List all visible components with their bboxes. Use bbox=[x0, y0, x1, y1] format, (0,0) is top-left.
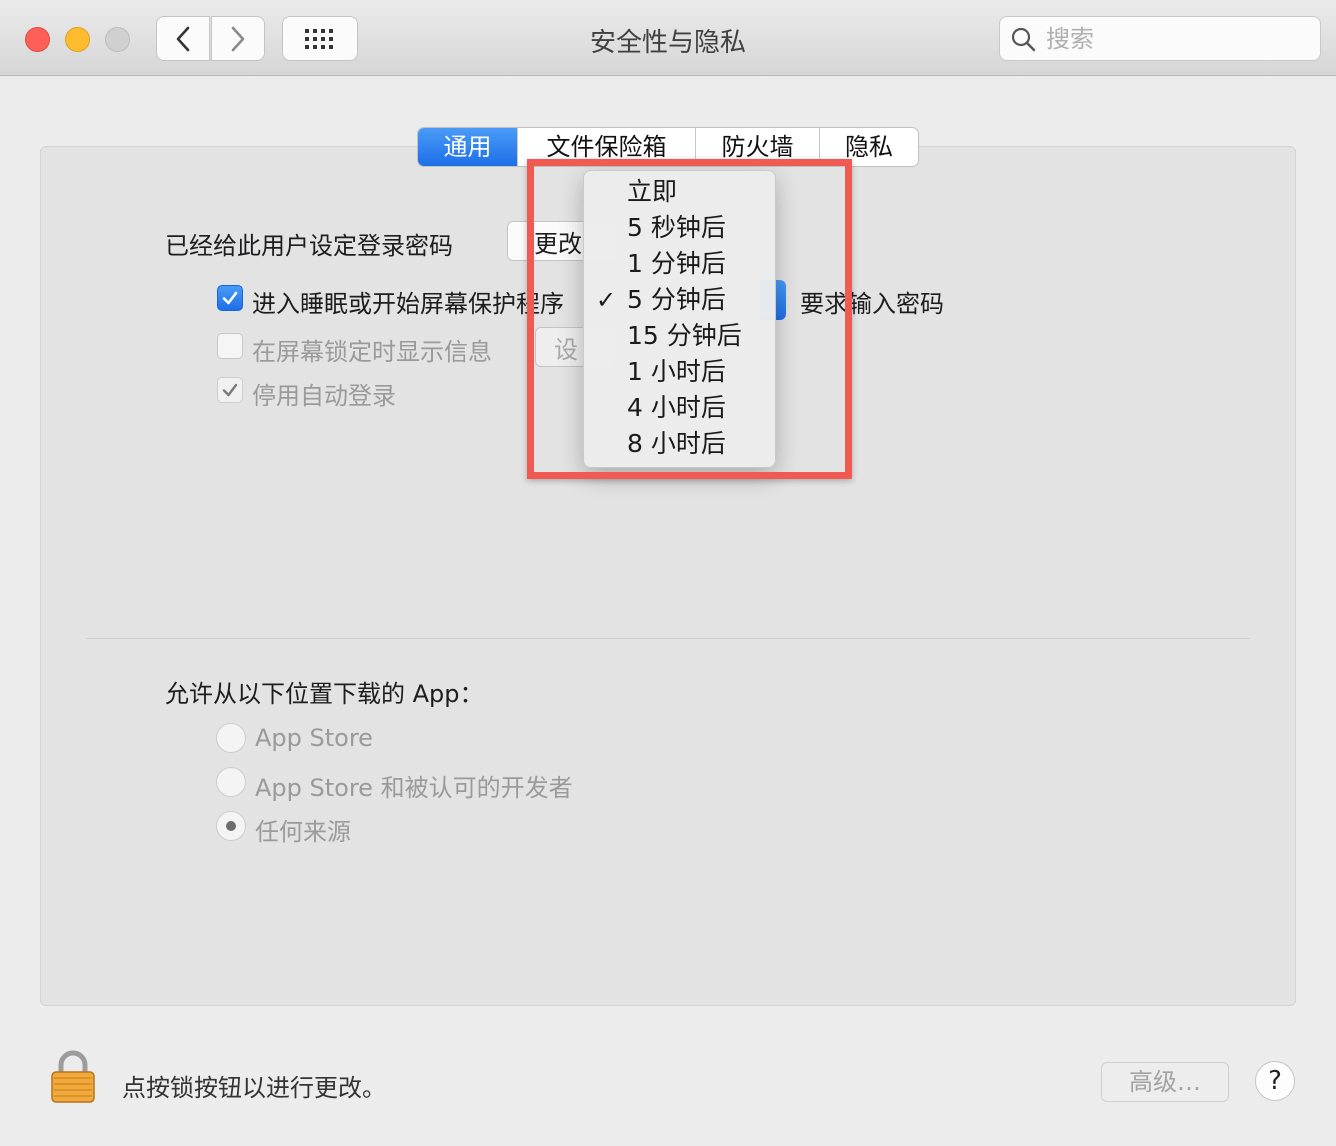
downloads-heading: 允许从以下位置下载的 App： bbox=[165, 680, 484, 708]
search-field[interactable] bbox=[999, 16, 1321, 61]
menu-item-label: 1 小时后 bbox=[627, 357, 726, 386]
change-password-label: 更改 bbox=[534, 229, 582, 258]
menu-item-label: 立即 bbox=[627, 177, 678, 206]
menu-item-label: 15 分钟后 bbox=[627, 321, 742, 350]
disable-autologin-checkbox[interactable] bbox=[217, 377, 243, 403]
lock-hint-text: 点按锁按钮以进行更改。 bbox=[122, 1074, 386, 1102]
password-status-label: 已经给此用户设定登录密码 bbox=[165, 232, 453, 260]
search-icon bbox=[1011, 27, 1036, 52]
section-divider bbox=[86, 638, 1250, 639]
radio-selected-dot bbox=[226, 821, 236, 831]
advanced-button[interactable]: 高级… bbox=[1101, 1062, 1229, 1102]
chevron-right-icon bbox=[231, 26, 245, 51]
checkmark-icon bbox=[222, 383, 238, 397]
grid-icon bbox=[305, 28, 333, 49]
radio-app-store-identified[interactable] bbox=[216, 767, 246, 797]
tab-firewall[interactable]: 防火墙 bbox=[696, 128, 820, 166]
chevron-left-icon bbox=[176, 26, 190, 51]
menu-item-15-minutes[interactable]: 15 分钟后 bbox=[584, 318, 775, 354]
set-lock-message-label: 设 bbox=[554, 335, 578, 364]
disable-autologin-label: 停用自动登录 bbox=[252, 382, 396, 410]
zoom-window-button[interactable] bbox=[105, 27, 130, 52]
require-password-suffix: 要求输入密码 bbox=[800, 290, 944, 318]
show-message-checkbox[interactable] bbox=[217, 333, 243, 359]
close-window-button[interactable] bbox=[25, 27, 50, 52]
menu-item-1-hour[interactable]: 1 小时后 bbox=[584, 354, 775, 390]
radio-app-store-label: App Store bbox=[255, 724, 373, 752]
minimize-window-button[interactable] bbox=[65, 27, 90, 52]
menu-item-8-hours[interactable]: 8 小时后 bbox=[584, 426, 775, 462]
tab-privacy[interactable]: 隐私 bbox=[820, 128, 918, 166]
tab-general[interactable]: 通用 bbox=[418, 128, 518, 166]
menu-item-label: 8 小时后 bbox=[627, 429, 726, 458]
checkmark-icon bbox=[222, 291, 238, 305]
menu-item-immediately[interactable]: 立即 bbox=[584, 174, 775, 210]
require-password-checkbox[interactable] bbox=[217, 285, 243, 311]
search-input[interactable] bbox=[1046, 23, 1306, 55]
checkmark-icon: ✓ bbox=[596, 286, 617, 314]
menu-item-5-minutes[interactable]: ✓ 5 分钟后 bbox=[584, 282, 775, 318]
menu-item-5-seconds[interactable]: 5 秒钟后 bbox=[584, 210, 775, 246]
require-password-label: 进入睡眠或开始屏幕保护程序 bbox=[252, 290, 564, 318]
menu-item-label: 4 小时后 bbox=[627, 393, 726, 422]
require-password-delay-menu: 立即 5 秒钟后 1 分钟后 ✓ 5 分钟后 15 分钟后 1 小时后 4 小时后… bbox=[583, 170, 776, 468]
radio-app-store-identified-label: App Store 和被认可的开发者 bbox=[255, 774, 573, 802]
show-message-label: 在屏幕锁定时显示信息 bbox=[252, 338, 492, 366]
help-button[interactable]: ? bbox=[1255, 1061, 1295, 1101]
show-all-button[interactable] bbox=[282, 16, 358, 61]
menu-item-label: 5 秒钟后 bbox=[627, 213, 726, 242]
radio-anywhere-label: 任何来源 bbox=[255, 818, 351, 846]
radio-app-store[interactable] bbox=[216, 723, 246, 753]
window-title: 安全性与隐私 bbox=[589, 28, 746, 58]
lock-icon[interactable] bbox=[50, 1050, 96, 1104]
tab-bar: 通用 文件保险箱 防火墙 隐私 bbox=[417, 127, 919, 167]
menu-item-1-minute[interactable]: 1 分钟后 bbox=[584, 246, 775, 282]
radio-anywhere[interactable] bbox=[216, 811, 246, 841]
back-button[interactable] bbox=[156, 16, 210, 61]
menu-item-label: 1 分钟后 bbox=[627, 249, 726, 278]
menu-item-label: 5 分钟后 bbox=[627, 285, 726, 314]
menu-item-4-hours[interactable]: 4 小时后 bbox=[584, 390, 775, 426]
tab-filevault[interactable]: 文件保险箱 bbox=[518, 128, 696, 166]
title-bar: 安全性与隐私 bbox=[0, 0, 1336, 76]
forward-button[interactable] bbox=[211, 16, 265, 61]
